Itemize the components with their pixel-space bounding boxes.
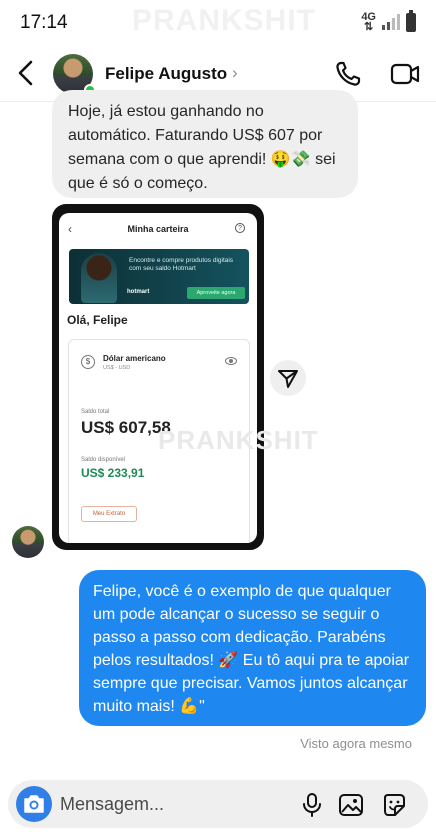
statement-button: Meu Extrato xyxy=(81,506,137,522)
gallery-button[interactable] xyxy=(338,792,364,818)
message-composer xyxy=(8,780,428,828)
wallet-screenshot: ‹ Minha carteira ? Encontre e compre pro… xyxy=(59,213,257,543)
banner-cta: Aproveite agora xyxy=(187,287,245,299)
incoming-message-bubble[interactable]: Hoje, já estou ganhando no automático. F… xyxy=(52,90,358,198)
watermark-overlay: PRANKSHIT xyxy=(158,425,319,455)
status-icons: 4G ⇅ xyxy=(361,9,416,33)
sender-avatar[interactable] xyxy=(12,526,44,558)
promo-banner: Encontre e compre produtos digitais com … xyxy=(69,249,249,304)
available-balance-value: US$ 233,91 xyxy=(81,466,145,480)
banner-person-image xyxy=(81,253,117,303)
dollar-coin-icon: $ xyxy=(81,355,95,369)
contact-name[interactable]: Felipe Augusto xyxy=(105,64,227,84)
seen-status: Visto agora mesmo xyxy=(300,736,412,751)
eye-icon xyxy=(225,357,237,365)
camera-icon xyxy=(24,795,44,813)
chevron-right-icon[interactable]: › xyxy=(232,63,238,83)
share-send-icon xyxy=(278,370,298,388)
watermark: PRANKSHIT xyxy=(132,4,317,37)
share-button[interactable] xyxy=(270,360,306,396)
back-arrow-icon xyxy=(18,60,33,86)
camera-button[interactable] xyxy=(16,786,52,822)
voice-message-button[interactable] xyxy=(300,792,324,818)
back-button[interactable] xyxy=(12,56,42,90)
currency-code: US$ - USD xyxy=(103,365,131,371)
video-call-button[interactable] xyxy=(389,59,421,89)
sticker-icon xyxy=(384,794,405,816)
total-balance-label: Saldo total xyxy=(81,409,110,415)
message-input[interactable] xyxy=(60,780,280,828)
shared-image-message[interactable]: ‹ Minha carteira ? Encontre e compre pro… xyxy=(52,204,264,550)
network-indicator: 4G ⇅ xyxy=(361,11,376,33)
wallet-greeting: Olá, Felipe xyxy=(67,313,128,327)
status-bar: 17:14 PRANKSHIT 4G ⇅ xyxy=(0,0,436,44)
battery-icon xyxy=(406,9,416,32)
available-balance-label: Saldo disponível xyxy=(81,457,126,463)
gallery-icon xyxy=(339,794,363,816)
microphone-icon xyxy=(303,793,321,817)
help-icon: ? xyxy=(235,223,245,233)
network-label: 4G xyxy=(361,11,376,23)
video-camera-icon xyxy=(390,63,420,85)
voice-call-button[interactable] xyxy=(333,59,363,89)
sticker-button[interactable] xyxy=(381,792,407,818)
currency-name: Dólar americano xyxy=(103,354,166,363)
banner-text: Encontre e compre produtos digitais com … xyxy=(129,257,234,272)
status-time: 17:14 xyxy=(20,12,68,33)
outgoing-message-bubble[interactable]: Felipe, você é o exemplo de que qualquer… xyxy=(79,570,426,726)
phone-icon xyxy=(336,61,361,86)
hotmart-logo: hotmart xyxy=(127,289,150,295)
signal-icon xyxy=(382,14,400,30)
wallet-title: Minha carteira xyxy=(127,224,189,234)
